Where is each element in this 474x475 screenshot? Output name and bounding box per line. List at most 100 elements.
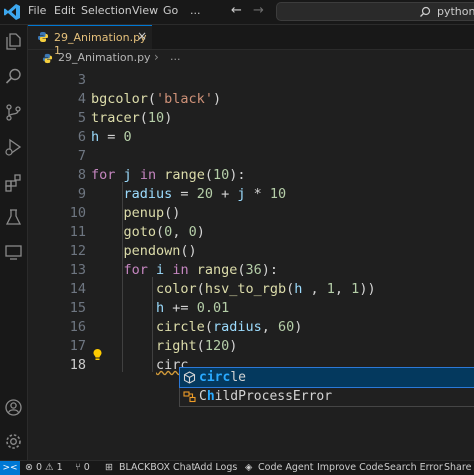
extensions-icon[interactable] [4,173,23,192]
code-text: color(hsv_to_rgb(h , 1, 1)) [91,280,376,299]
code-token: 10 [269,186,287,202]
line-number: 15 [69,300,86,316]
code-token: 10 [213,167,230,183]
code-token: 0 [188,224,197,240]
code-token: ( [286,281,295,297]
line-number: 5 [77,110,86,126]
run-debug-icon[interactable] [4,138,23,157]
command-center-search[interactable]: python [276,2,474,21]
forward-arrow-icon[interactable]: → [253,3,264,18]
code-token: right [156,338,197,354]
settings-gear-icon[interactable] [4,432,23,451]
breadcrumb-symbol[interactable]: ... [170,50,181,63]
problems-indicator[interactable]: ⊗ 0 ⚠ 1 [25,461,63,475]
code-line[interactable]: 16 circle(radius, 60) [28,318,474,337]
breadcrumb-file[interactable]: 29_Animation.py [58,51,151,64]
line-number: 12 [69,243,86,259]
code-line[interactable]: 12 pendown() [28,242,474,261]
code-token: circle [156,319,205,335]
code-token: in [139,167,157,183]
code-line[interactable]: 8 for j in range(10): [28,166,474,185]
suggestion-circle[interactable]: circle [179,367,474,388]
indent-guide [122,182,123,372]
code-token: 60 [278,319,295,335]
blackbox-icon: ⊞ [105,462,113,473]
code-token: hsv_to_rgb [204,281,287,297]
menu-view[interactable]: View [132,4,158,18]
line-number: 10 [69,205,86,221]
code-text: radius = 20 + j * 10 [91,185,287,204]
code-token: ( [204,319,213,335]
code-token: * [245,186,270,202]
back-arrow-icon[interactable]: ← [231,3,242,18]
code-text: right(120) [91,337,237,356]
menu-edit[interactable]: Edit [54,4,75,18]
line-number: 4 [77,91,86,107]
search-error-button[interactable]: Search Error [384,461,443,475]
explorer-icon[interactable] [4,32,23,51]
ports-indicator[interactable]: ⑂ 0 [75,461,90,475]
code-token: ) [196,224,205,240]
code-token: color [156,281,197,297]
code-line[interactable]: 5 tracer(10) [28,109,474,128]
code-token: ( [139,110,148,126]
search-icon[interactable] [4,67,23,86]
line-number: 3 [77,72,86,88]
code-text: h = 0 [91,128,132,147]
menu-file[interactable]: File [28,4,46,18]
code-token: ( [204,167,213,183]
testing-icon[interactable] [4,208,23,227]
code-token: ( [156,224,165,240]
code-line[interactable]: 13 for i in range(36): [28,261,474,280]
menu-selection[interactable]: Selection [81,4,132,18]
tab-bar: 29_Animation.py 1 × [28,25,474,57]
command-center-text: python [437,5,474,18]
code-token: )) [359,281,376,297]
code-agent-button[interactable]: Code Agent [258,461,313,475]
code-token: 10 [147,110,165,126]
code-line[interactable]: 3 [28,71,474,90]
title-bar: File Edit Selection View Go ... ← → pyth… [0,0,474,25]
code-token: j [123,167,132,183]
source-control-icon[interactable] [4,103,23,122]
line-number: 14 [69,281,86,297]
code-token: radius [123,186,173,202]
suggestion-label: ChildProcessError [199,389,333,404]
improve-code-button[interactable]: Improve Code [317,461,383,475]
accounts-icon[interactable] [4,398,23,417]
code-token: 20 [196,186,213,202]
code-line[interactable]: 11 goto(0, 0) [28,223,474,242]
code-line[interactable]: 15 h += 0.01 [28,299,474,318]
code-line[interactable]: 10 penup() [28,204,474,223]
code-line[interactable]: 14 color(hsv_to_rgb(h , 1, 1)) [28,280,474,299]
code-line[interactable]: 9 radius = 20 + j * 10 [28,185,474,204]
remote-indicator[interactable]: >< [0,461,20,475]
code-token: for [123,262,148,278]
breadcrumb: 29_Animation.py › ... [28,50,474,68]
tab-29-animation[interactable]: 29_Animation.py 1 × [28,25,152,57]
share-code-button[interactable]: Share C [444,461,474,475]
code-line[interactable]: 6h = 0 [28,128,474,147]
line-number: 17 [69,338,86,354]
code-token: ( [147,91,157,107]
close-icon[interactable]: × [137,29,147,43]
menu-more[interactable]: ... [190,4,201,18]
blackbox-chat-button[interactable]: BLACKBOX Chat [119,461,195,475]
menu-go[interactable]: Go [163,4,178,18]
code-line[interactable]: 7 [28,147,474,166]
add-logs-button[interactable]: Add Logs [194,461,237,475]
code-token: in [172,262,189,278]
line-number: 13 [69,262,86,278]
code-token: () [164,205,181,221]
code-token: pendown [123,243,181,259]
code-line[interactable]: 4 bgcolor('black') [28,90,474,109]
code-token: h [156,300,165,316]
lightbulb-icon[interactable] [92,348,103,364]
suggestion-child-process-error[interactable]: ChildProcessError [180,387,474,406]
code-token: i [156,262,165,278]
method-icon [183,371,196,384]
remote-explorer-icon[interactable] [4,243,23,262]
